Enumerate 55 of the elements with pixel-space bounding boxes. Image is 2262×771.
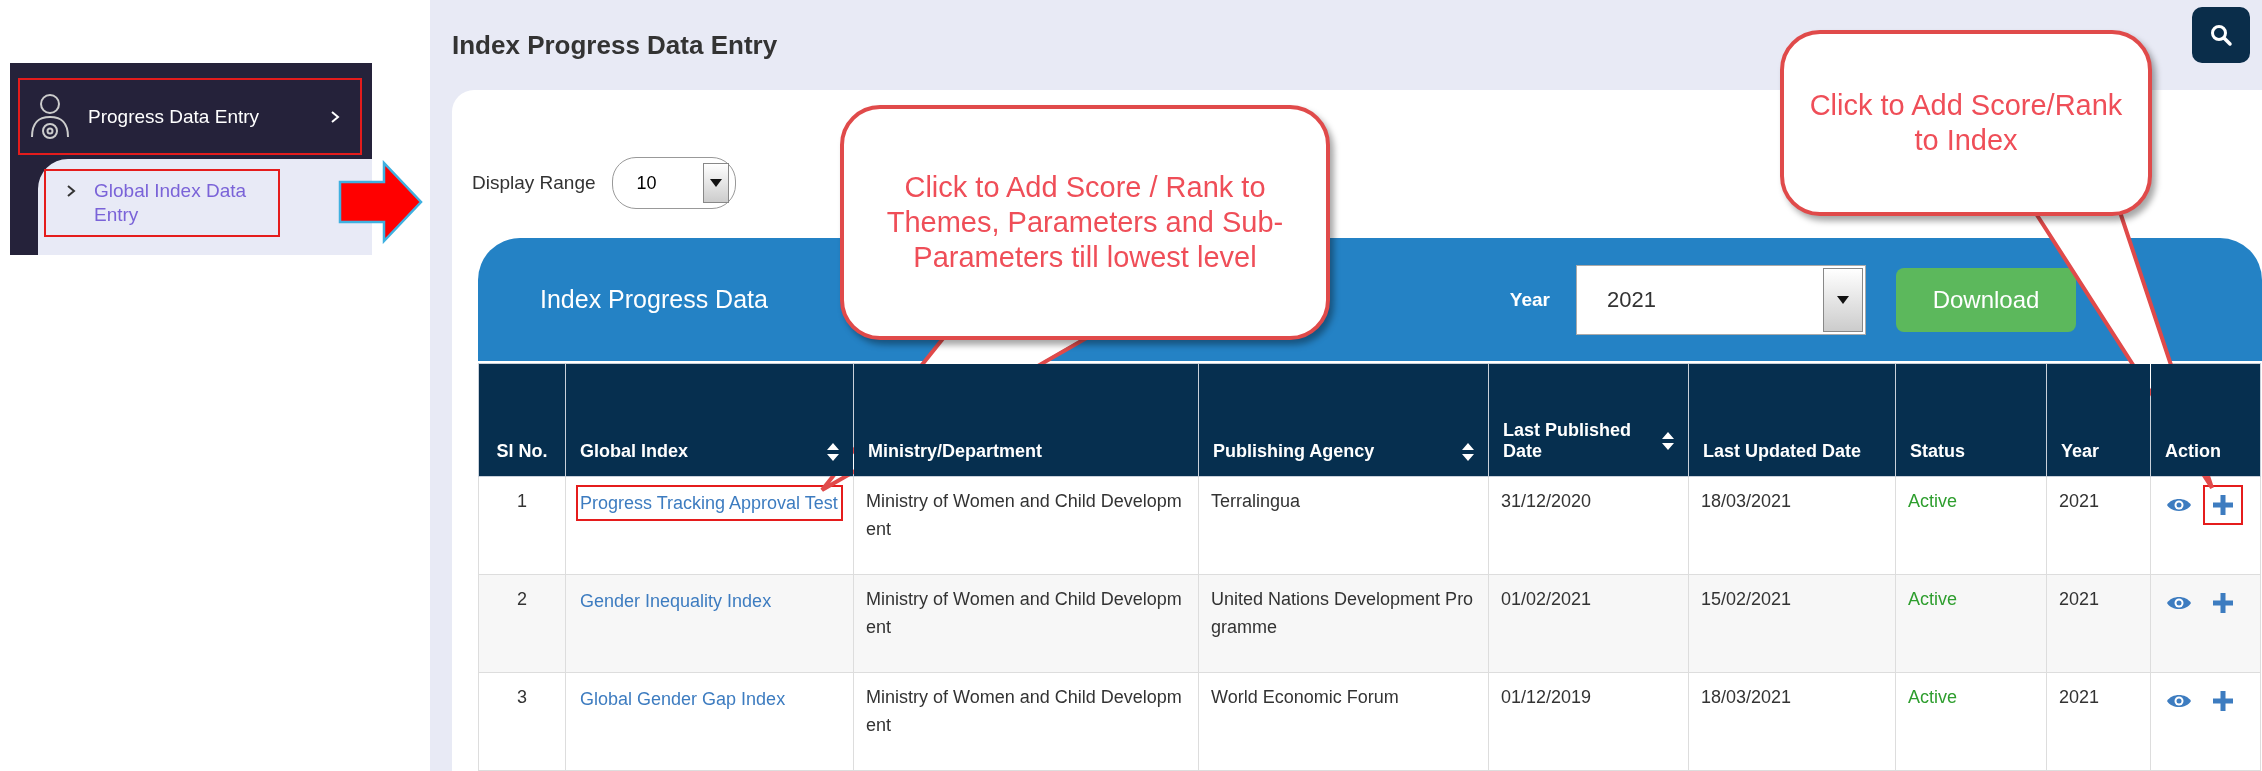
table-cell: 2021: [2046, 574, 2151, 673]
table-cell: Ministry of Women and Child Development: [853, 574, 1199, 673]
sidebar-item[interactable]: Progress Data Entry: [20, 80, 360, 153]
table-cell: 3: [478, 672, 566, 771]
table-cell: United Nations Development Programme: [1198, 574, 1489, 673]
column-header[interactable]: Last Published Date: [1488, 363, 1689, 477]
table-cell: Active: [1895, 574, 2047, 673]
column-header[interactable]: Publishing Agency: [1198, 363, 1489, 477]
column-header: Action: [2150, 363, 2261, 477]
column-header: Ministry/Department: [853, 363, 1199, 477]
sort-icon[interactable]: [1462, 442, 1474, 461]
column-header: Status: [1895, 363, 2047, 477]
plus-icon: [2213, 593, 2233, 613]
table-cell: 2: [478, 574, 566, 673]
table-cell: Ministry of Women and Child Development: [853, 476, 1199, 575]
caret-icon: [1837, 295, 1849, 304]
panel-title: Index Progress Data: [540, 285, 769, 314]
callout: Click to Add Score/Rank to Index: [1780, 30, 2152, 216]
display-range-label: Display Range: [472, 172, 596, 194]
plus-icon: [2213, 691, 2233, 711]
table-cell: 15/02/2021: [1688, 574, 1896, 673]
eye-icon: [2166, 692, 2192, 710]
column-header: Last Updated Date: [1688, 363, 1896, 477]
caret-icon: [709, 179, 722, 187]
table-cell: 2021: [2046, 672, 2151, 771]
page-title: Index Progress Data Entry: [452, 29, 778, 61]
search-icon: [2209, 23, 2233, 47]
table-cell: 01/12/2019: [1488, 672, 1689, 771]
add-button[interactable]: [2205, 487, 2241, 523]
table-cell: Ministry of Women and Child Development: [853, 672, 1199, 771]
search-button[interactable]: [2192, 7, 2250, 63]
table-cell: 18/03/2021: [1688, 476, 1896, 575]
column-header: Year: [2046, 363, 2151, 477]
table-cell: 31/12/2020: [1488, 476, 1689, 575]
table-cell: 01/02/2021: [1488, 574, 1689, 673]
table-cell: 2021: [2046, 476, 2151, 575]
plus-icon: [2213, 495, 2233, 515]
display-range-select[interactable]: 10: [611, 157, 736, 209]
year-label: Year: [1509, 288, 1550, 311]
chevron-icon: [330, 109, 340, 124]
sort-icon[interactable]: [1662, 432, 1674, 450]
table-cell: Terralingua: [1198, 476, 1489, 575]
sort-icon[interactable]: [827, 442, 839, 461]
table-cell: 1: [478, 476, 566, 575]
column-header[interactable]: Global Index: [565, 363, 854, 477]
chevron-icon: [66, 184, 76, 198]
eye-icon: [2166, 594, 2192, 612]
year-select[interactable]: 2021: [1576, 264, 1866, 335]
table-cell: Active: [1895, 476, 2047, 575]
table-cell: Active: [1895, 672, 2047, 771]
table-cell: World Economic Forum: [1198, 672, 1489, 771]
column-header: Sl No.: [478, 363, 566, 477]
table-cell: 18/03/2021: [1688, 672, 1896, 771]
arrow-icon: [338, 160, 424, 244]
eye-icon: [2166, 496, 2192, 514]
